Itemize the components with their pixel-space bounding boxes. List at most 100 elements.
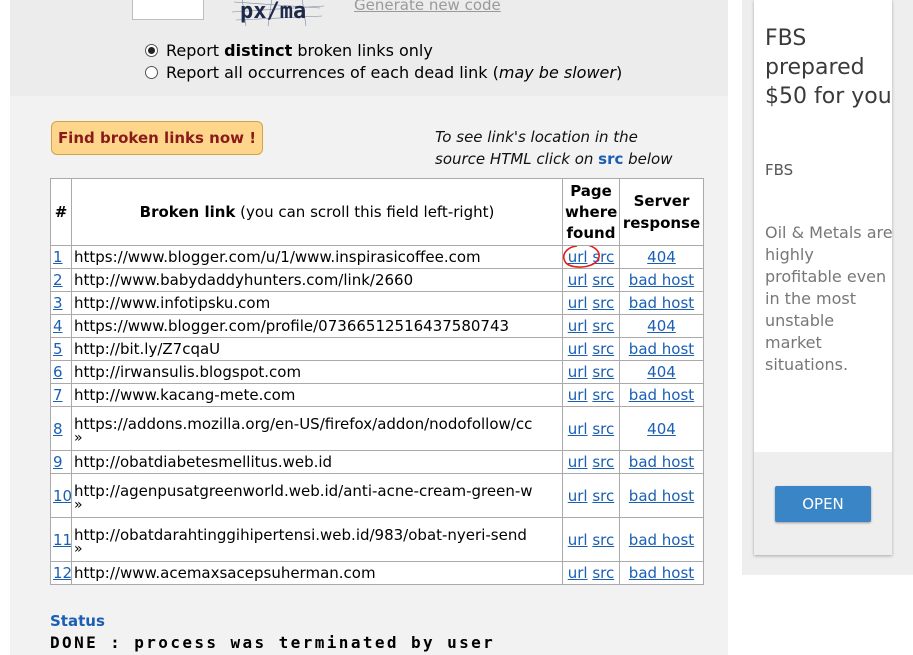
generate-code-link[interactable]: Generate new code xyxy=(354,0,501,14)
src-link[interactable]: src xyxy=(592,363,614,381)
server-response-link[interactable]: bad host xyxy=(629,564,694,582)
broken-link-cell[interactable]: http://obatdiabetesmellitus.web.id xyxy=(71,450,563,474)
broken-link-cell[interactable]: http://bit.ly/Z7cqaU xyxy=(71,337,563,361)
broken-link-cell[interactable]: http://www.kacang-mete.com xyxy=(71,383,563,407)
src-link[interactable]: src xyxy=(592,271,614,289)
captcha-text: px/ma xyxy=(240,0,306,24)
broken-link-text: http://www.babydaddyhunters.com/link/266… xyxy=(74,271,414,289)
row-number-link[interactable]: 8 xyxy=(53,420,63,438)
row-number-link[interactable]: 7 xyxy=(53,386,63,404)
server-response-link[interactable]: bad host xyxy=(629,271,694,289)
row-number-link[interactable]: 2 xyxy=(53,271,63,289)
page-where-found-cell: url src xyxy=(562,245,620,269)
url-link[interactable]: url xyxy=(568,420,588,438)
server-response-cell: bad host xyxy=(619,450,704,474)
broken-link-text: http://www.kacang-mete.com xyxy=(74,386,296,404)
hint-line-2-pre: source HTML click on xyxy=(435,150,599,168)
broken-link-cell[interactable]: http://agenpusatgreenworld.web.id/anti-a… xyxy=(71,473,563,518)
row-number-link[interactable]: 4 xyxy=(53,317,63,335)
broken-link-text: http://obatdiabetesmellitus.web.id xyxy=(74,453,333,471)
url-link[interactable]: url xyxy=(568,317,588,335)
url-link[interactable]: url xyxy=(568,386,588,404)
table-row: 4 https://www.blogger.com/profile/0736651… xyxy=(50,314,704,338)
row-number-link[interactable]: 10 xyxy=(53,487,71,505)
row-number-cell: 4 xyxy=(50,314,72,338)
status-text: DONE : process was terminated by user xyxy=(50,633,496,652)
captcha-input[interactable] xyxy=(132,0,204,20)
src-link[interactable]: src xyxy=(592,453,614,471)
server-response-link[interactable]: bad host xyxy=(629,453,694,471)
broken-link-text: https://www.blogger.com/profile/07366512… xyxy=(74,317,510,335)
server-response-link[interactable]: bad host xyxy=(629,386,694,404)
src-link[interactable]: src xyxy=(592,317,614,335)
url-link[interactable]: url xyxy=(568,248,588,266)
table-body: 1 https://www.blogger.com/u/1/www.inspira… xyxy=(50,245,704,585)
server-response-link[interactable]: 404 xyxy=(647,420,676,438)
url-link[interactable]: url xyxy=(568,487,588,505)
url-link[interactable]: url xyxy=(568,453,588,471)
broken-link-cell[interactable]: http://www.acemaxsacepsuherman.com xyxy=(71,561,563,585)
header-server-l1: Server xyxy=(633,192,690,210)
row-number-cell: 3 xyxy=(50,291,72,315)
row-number-link[interactable]: 5 xyxy=(53,340,63,358)
row-number-cell: 12 xyxy=(50,561,72,585)
url-link[interactable]: url xyxy=(568,271,588,289)
broken-link-text: https://addons.mozilla.org/en-US/firefox… xyxy=(74,414,533,433)
row-number-cell: 9 xyxy=(50,450,72,474)
ad-headline[interactable]: FBS prepared $50 for you xyxy=(765,24,895,111)
server-response-link[interactable]: bad host xyxy=(629,531,694,549)
hint-line-2: source HTML click on src below xyxy=(435,148,673,170)
url-link[interactable]: url xyxy=(568,564,588,582)
table-row: 1 https://www.blogger.com/u/1/www.inspira… xyxy=(50,245,704,269)
src-link[interactable]: src xyxy=(592,531,614,549)
broken-link-cell[interactable]: http://www.infotipsku.com xyxy=(71,291,563,315)
radio-all[interactable] xyxy=(145,66,158,79)
broken-link-cell[interactable]: https://www.blogger.com/profile/07366512… xyxy=(71,314,563,338)
broken-link-cell[interactable]: http://irwansulis.blogspot.com xyxy=(71,360,563,384)
src-link[interactable]: src xyxy=(592,487,614,505)
status-label: Status xyxy=(50,612,105,630)
server-response-link[interactable]: bad host xyxy=(629,340,694,358)
radio-distinct[interactable] xyxy=(145,44,158,57)
row-number-link[interactable]: 6 xyxy=(53,363,63,381)
url-link[interactable]: url xyxy=(568,340,588,358)
src-link[interactable]: src xyxy=(592,294,614,312)
ad-card[interactable]: FBS prepared $50 for you FBS Oil & Metal… xyxy=(754,0,895,555)
src-link[interactable]: src xyxy=(592,386,614,404)
row-number-link[interactable]: 12 xyxy=(53,564,71,582)
server-response-link[interactable]: 404 xyxy=(647,248,676,266)
broken-link-cell[interactable]: https://www.blogger.com/u/1/www.inspiras… xyxy=(71,245,563,269)
page-where-found-cell: url src xyxy=(562,291,620,315)
option-all[interactable]: Report all occurrences of each dead link… xyxy=(145,63,622,82)
row-number-link[interactable]: 3 xyxy=(53,294,63,312)
broken-link-cell[interactable]: http://www.babydaddyhunters.com/link/266… xyxy=(71,268,563,292)
row-number-link[interactable]: 1 xyxy=(53,248,63,266)
option-distinct[interactable]: Report distinct broken links only xyxy=(145,41,433,60)
server-response-link[interactable]: bad host xyxy=(629,487,694,505)
server-response-link[interactable]: 404 xyxy=(647,363,676,381)
page-where-found-cell: url src xyxy=(562,337,620,361)
row-number-cell: 8 xyxy=(50,406,72,451)
option-all-post: ) xyxy=(615,63,623,82)
url-link[interactable]: url xyxy=(568,531,588,549)
row-number-link[interactable]: 9 xyxy=(53,453,63,471)
url-link[interactable]: url xyxy=(568,363,588,381)
row-number-link[interactable]: 11 xyxy=(53,531,71,549)
server-response-cell: bad host xyxy=(619,517,704,562)
broken-link-cell[interactable]: http://obatdarahtinggihipertensi.web.id/… xyxy=(71,517,563,562)
src-link[interactable]: src xyxy=(592,564,614,582)
server-response-link[interactable]: 404 xyxy=(647,317,676,335)
src-link[interactable]: src xyxy=(592,340,614,358)
src-link[interactable]: src xyxy=(592,420,614,438)
broken-link-text: http://www.acemaxsacepsuherman.com xyxy=(74,564,376,582)
ad-open-button[interactable]: OPEN xyxy=(775,486,871,522)
broken-link-cell[interactable]: https://addons.mozilla.org/en-US/firefox… xyxy=(71,406,563,451)
find-broken-links-button[interactable]: Find broken links now ! xyxy=(51,121,263,155)
server-response-link[interactable]: bad host xyxy=(629,294,694,312)
scroll-marker: » xyxy=(74,429,83,446)
server-response-cell: bad host xyxy=(619,383,704,407)
url-link[interactable]: url xyxy=(568,294,588,312)
src-link[interactable]: src xyxy=(592,248,614,266)
results-panel: Find broken links now ! To see link's lo… xyxy=(10,96,728,655)
table-row: 11 http://obatdarahtinggihipertensi.web.i… xyxy=(50,517,704,562)
